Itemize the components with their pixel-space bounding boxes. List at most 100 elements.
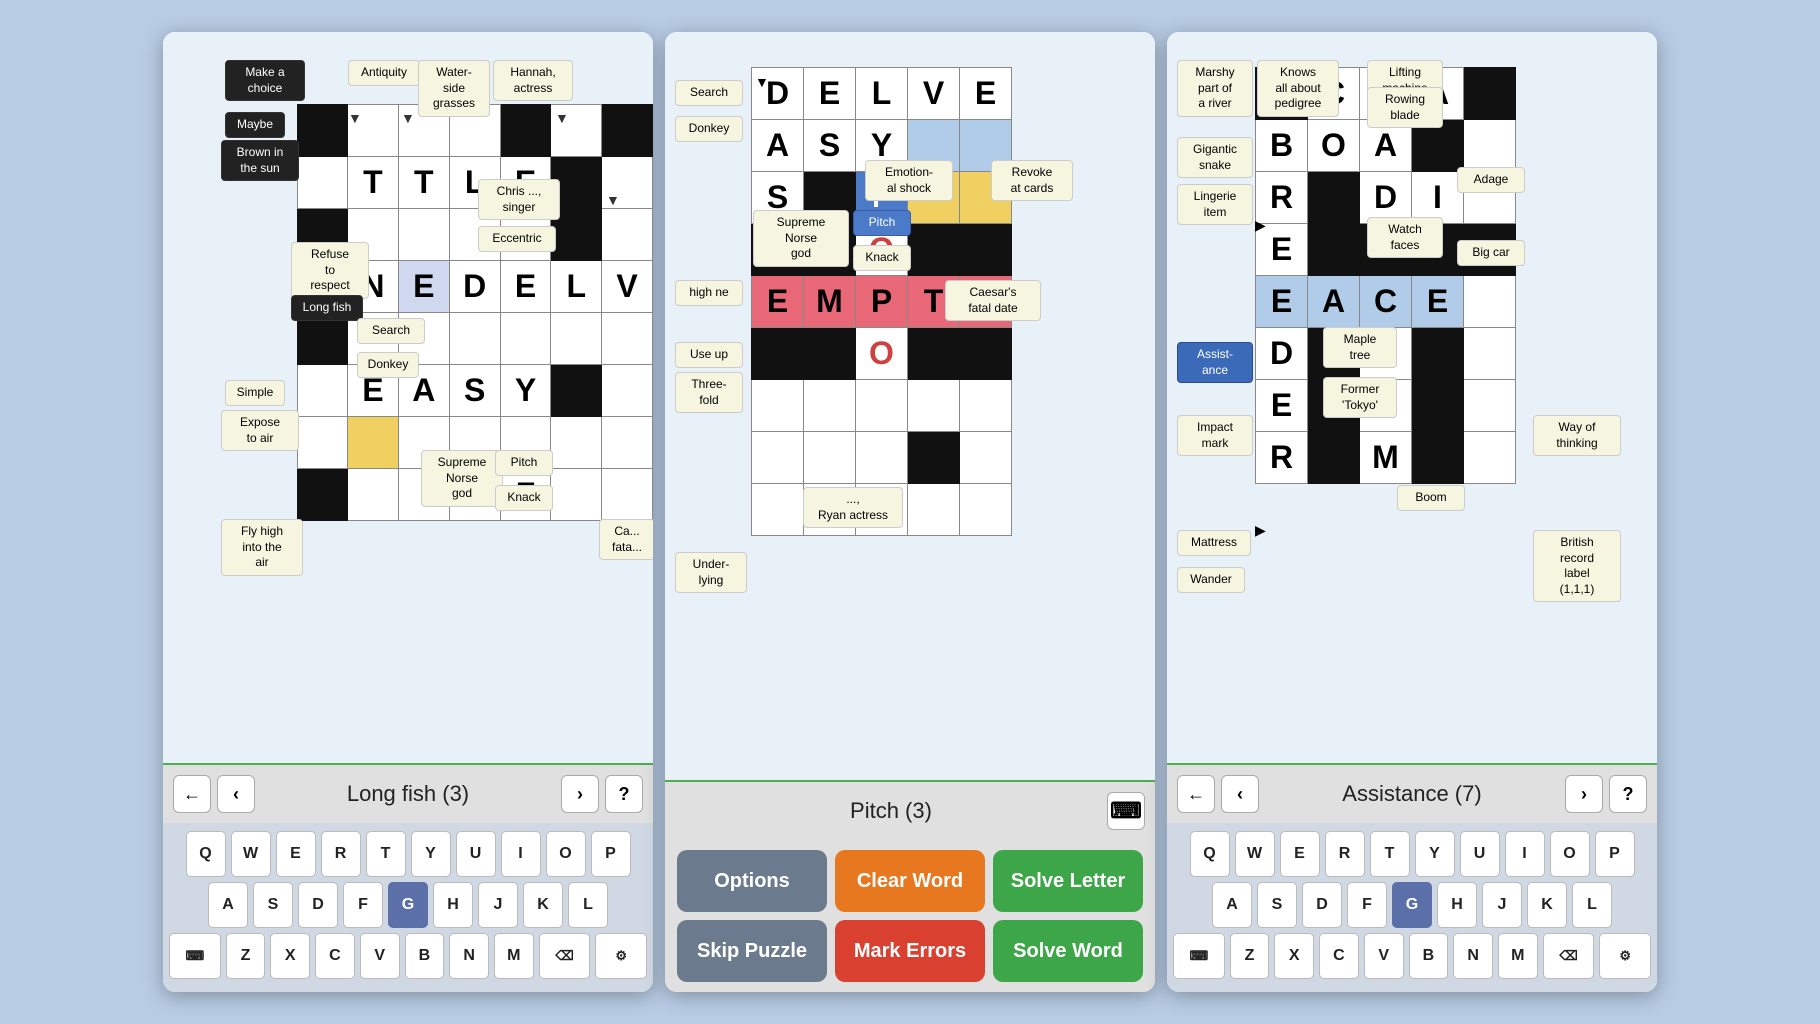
key-b-left[interactable]: B bbox=[405, 933, 445, 979]
key-d-left[interactable]: D bbox=[298, 882, 338, 928]
solve-word-button[interactable]: Solve Word bbox=[993, 920, 1143, 982]
key-kb-left[interactable]: ⌨ bbox=[169, 933, 221, 979]
skip-puzzle-button[interactable]: Skip Puzzle bbox=[677, 920, 827, 982]
clue-underlying-mid: Under-lying bbox=[675, 552, 747, 593]
middle-clue-bar: Pitch (3) ⌨ bbox=[665, 780, 1155, 840]
key-h-left[interactable]: H bbox=[433, 882, 473, 928]
key-del-left[interactable]: ⌫ bbox=[539, 933, 591, 979]
key-r-right[interactable]: R bbox=[1325, 831, 1365, 877]
key-w-left[interactable]: W bbox=[231, 831, 271, 877]
key-x-right[interactable]: X bbox=[1274, 933, 1314, 979]
key-l-right[interactable]: L bbox=[1572, 882, 1612, 928]
key-d-right[interactable]: D bbox=[1302, 882, 1342, 928]
key-z-right[interactable]: Z bbox=[1230, 933, 1270, 979]
left-panel: Make achoice Maybe Brown inthe sun Antiq… bbox=[163, 32, 653, 992]
key-a-right[interactable]: A bbox=[1212, 882, 1252, 928]
options-button[interactable]: Options bbox=[677, 850, 827, 912]
key-e-right[interactable]: E bbox=[1280, 831, 1320, 877]
right-forward-buttons[interactable]: › ? bbox=[1565, 775, 1647, 813]
right-kb-row-3: ⌨ Z X C V B N M ⌫ ⚙ bbox=[1173, 933, 1651, 979]
clue-impact-mark: Impactmark bbox=[1177, 415, 1253, 456]
left-forward-buttons[interactable]: › ? bbox=[561, 775, 643, 813]
clue-fly-high: Fly highinto theair bbox=[221, 519, 303, 576]
key-k-right[interactable]: K bbox=[1527, 882, 1567, 928]
key-m-right[interactable]: M bbox=[1498, 933, 1538, 979]
key-i-right[interactable]: I bbox=[1505, 831, 1545, 877]
key-h-right[interactable]: H bbox=[1437, 882, 1477, 928]
key-t-left[interactable]: T bbox=[366, 831, 406, 877]
clue-pitch-mid: Pitch bbox=[853, 210, 911, 236]
right-help-btn[interactable]: ? bbox=[1609, 775, 1647, 813]
clue-wander: Wander bbox=[1177, 567, 1245, 593]
arrow-mid-1: ▼ bbox=[755, 74, 769, 90]
mark-errors-button[interactable]: Mark Errors bbox=[835, 920, 985, 982]
left-next-btn[interactable]: › bbox=[561, 775, 599, 813]
key-s-right[interactable]: S bbox=[1257, 882, 1297, 928]
key-i-left[interactable]: I bbox=[501, 831, 541, 877]
clear-word-button[interactable]: Clear Word bbox=[835, 850, 985, 912]
right-kb-row-2: A S D F G H J K L bbox=[1173, 882, 1651, 928]
left-prev-btn[interactable]: ‹ bbox=[217, 775, 255, 813]
right-nav-buttons[interactable]: ← ‹ bbox=[1177, 775, 1259, 813]
key-settings-left[interactable]: ⚙ bbox=[595, 933, 647, 979]
key-q-right[interactable]: Q bbox=[1190, 831, 1230, 877]
solve-letter-button[interactable]: Solve Letter bbox=[993, 850, 1143, 912]
key-j-left[interactable]: J bbox=[478, 882, 518, 928]
key-b-right[interactable]: B bbox=[1409, 933, 1449, 979]
key-e-left[interactable]: E bbox=[276, 831, 316, 877]
key-f-right[interactable]: F bbox=[1347, 882, 1387, 928]
key-t-right[interactable]: T bbox=[1370, 831, 1410, 877]
clue-knows-pedigree: Knowsall aboutpedigree bbox=[1257, 60, 1339, 117]
key-p-right[interactable]: P bbox=[1595, 831, 1635, 877]
key-c-left[interactable]: C bbox=[315, 933, 355, 979]
left-help-btn[interactable]: ? bbox=[605, 775, 643, 813]
clue-former-tokyo: Former'Tokyo' bbox=[1323, 377, 1397, 418]
key-u-right[interactable]: U bbox=[1460, 831, 1500, 877]
key-del-right[interactable]: ⌫ bbox=[1543, 933, 1595, 979]
clue-make-choice: Make achoice bbox=[225, 60, 305, 101]
key-y-right[interactable]: Y bbox=[1415, 831, 1455, 877]
arrow-4: ▼ bbox=[606, 192, 620, 208]
left-nav-buttons[interactable]: ← ‹ bbox=[173, 775, 255, 813]
key-k-left[interactable]: K bbox=[523, 882, 563, 928]
key-settings-right[interactable]: ⚙ bbox=[1599, 933, 1651, 979]
arrow-2: ▼ bbox=[401, 110, 415, 126]
clue-caesar-mid: Caesar'sfatal date bbox=[945, 280, 1041, 321]
mid-keyboard-btn[interactable]: ⌨ bbox=[1107, 792, 1145, 830]
key-o-left[interactable]: O bbox=[546, 831, 586, 877]
key-kb-right[interactable]: ⌨ bbox=[1173, 933, 1225, 979]
clue-expose: Exposeto air bbox=[221, 410, 299, 451]
key-w-right[interactable]: W bbox=[1235, 831, 1275, 877]
right-panel: Marshypart ofa river Knowsall aboutpedig… bbox=[1167, 32, 1657, 992]
key-r-left[interactable]: R bbox=[321, 831, 361, 877]
key-o-right[interactable]: O bbox=[1550, 831, 1590, 877]
key-n-right[interactable]: N bbox=[1453, 933, 1493, 979]
key-c-right[interactable]: C bbox=[1319, 933, 1359, 979]
key-u-left[interactable]: U bbox=[456, 831, 496, 877]
key-g-right[interactable]: G bbox=[1392, 882, 1432, 928]
key-p-left[interactable]: P bbox=[591, 831, 631, 877]
key-s-left[interactable]: S bbox=[253, 882, 293, 928]
clue-threefold-mid: Three-fold bbox=[675, 372, 743, 413]
key-v-left[interactable]: V bbox=[360, 933, 400, 979]
key-a-left[interactable]: A bbox=[208, 882, 248, 928]
clue-maybe: Maybe bbox=[225, 112, 285, 138]
key-y-left[interactable]: Y bbox=[411, 831, 451, 877]
key-z-left[interactable]: Z bbox=[226, 933, 266, 979]
key-n-left[interactable]: N bbox=[449, 933, 489, 979]
key-g-left[interactable]: G bbox=[388, 882, 428, 928]
right-next-btn[interactable]: › bbox=[1565, 775, 1603, 813]
key-x-left[interactable]: X bbox=[270, 933, 310, 979]
left-back-btn[interactable]: ← bbox=[173, 775, 211, 813]
right-prev-btn[interactable]: ‹ bbox=[1221, 775, 1259, 813]
right-grid-wrapper: Marshypart ofa river Knowsall aboutpedig… bbox=[1167, 32, 1657, 763]
right-back-btn[interactable]: ← bbox=[1177, 775, 1215, 813]
key-l-left[interactable]: L bbox=[568, 882, 608, 928]
clue-search-mid: Search bbox=[675, 80, 743, 106]
key-m-left[interactable]: M bbox=[494, 933, 534, 979]
key-v-right[interactable]: V bbox=[1364, 933, 1404, 979]
key-f-left[interactable]: F bbox=[343, 882, 383, 928]
key-q-left[interactable]: Q bbox=[186, 831, 226, 877]
key-j-right[interactable]: J bbox=[1482, 882, 1522, 928]
clue-rowing-blade: Rowingblade bbox=[1367, 87, 1443, 128]
